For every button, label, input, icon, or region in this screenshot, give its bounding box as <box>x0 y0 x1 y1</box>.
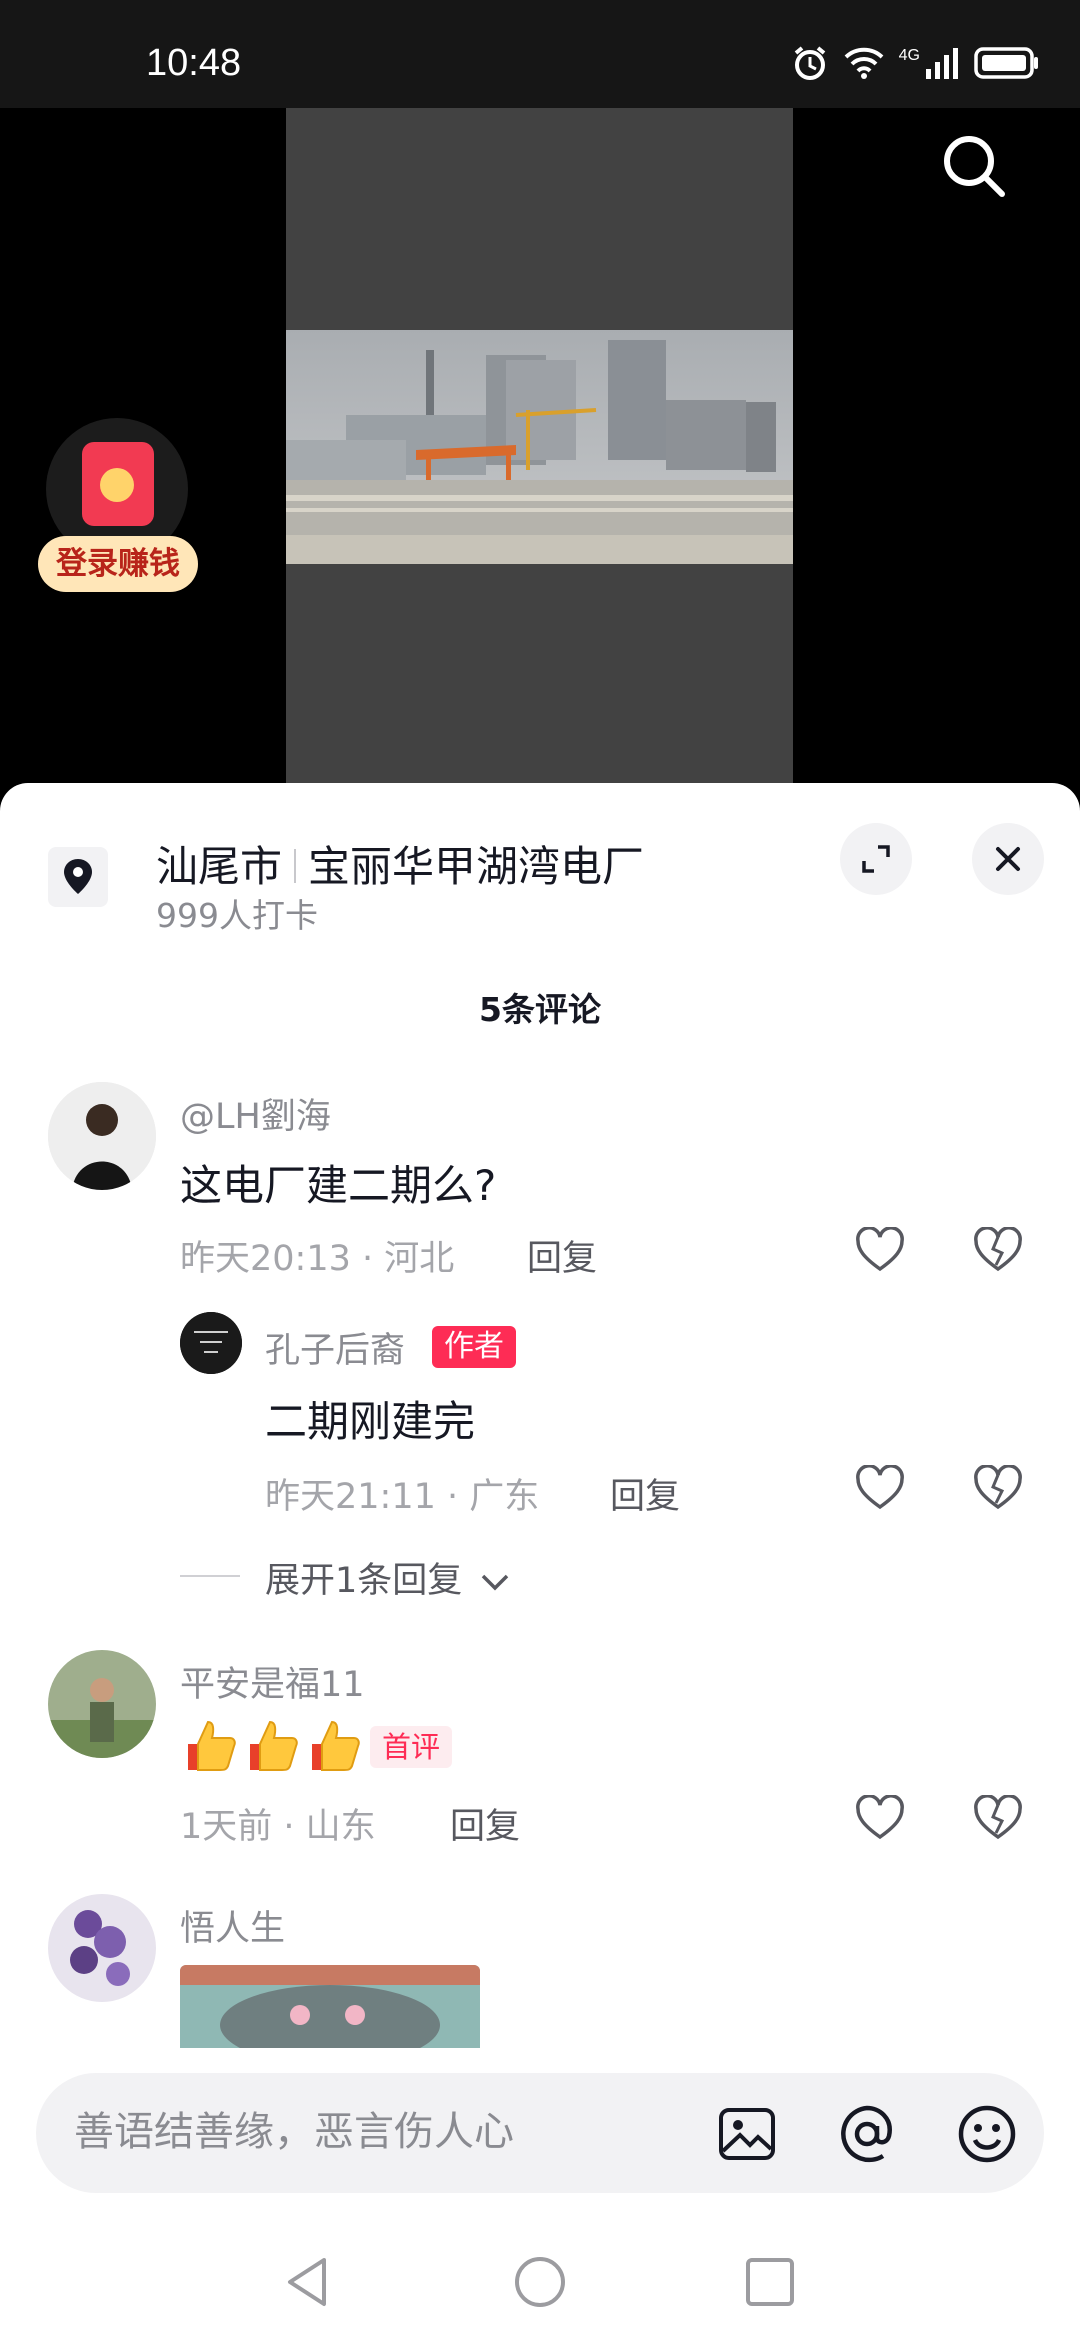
image-icon <box>719 2108 775 2160</box>
network-type: 4G <box>898 47 920 64</box>
location-city: 汕尾市 <box>156 842 283 891</box>
signal-icon <box>926 48 958 79</box>
reply-avatar[interactable] <box>180 1312 242 1374</box>
reply-username[interactable]: 孔子后裔 <box>265 1322 405 1373</box>
at-icon <box>841 2105 892 2163</box>
reply-button[interactable]: 回复 <box>450 1798 520 1849</box>
dislike-button[interactable] <box>968 1788 1028 1848</box>
emoji-icon <box>958 2105 1016 2163</box>
coin-icon <box>100 468 134 502</box>
battery-icon <box>974 47 1038 79</box>
search-button[interactable] <box>934 126 1014 206</box>
comment-text: 这电厂建二期么? <box>180 1161 497 1210</box>
dislike-button[interactable] <box>968 1458 1028 1518</box>
comment-region: 河北 <box>384 1239 455 1279</box>
close-button[interactable] <box>972 823 1044 895</box>
title-divider <box>294 849 297 883</box>
alarm-icon <box>794 46 825 80</box>
status-time: 10:48 <box>146 42 242 84</box>
broken-heart-icon <box>974 1795 1022 1840</box>
reply-region: 广东 <box>469 1477 540 1517</box>
mention-button[interactable] <box>836 2103 898 2165</box>
expand-replies-button[interactable]: 展开1条回复 <box>265 1552 511 1603</box>
comment-username[interactable]: @LH劉海 <box>180 1088 331 1139</box>
comment-photo <box>180 1965 480 2048</box>
redpacket-label: 登录赚钱 <box>38 536 198 592</box>
location-place: 宝丽华甲湖湾电厂 <box>308 842 645 891</box>
first-comment-badge: 首评 <box>370 1726 453 1768</box>
author-badge: 作者 <box>432 1326 516 1368</box>
heart-icon <box>856 1795 904 1840</box>
comment-time: 1天前 <box>180 1807 273 1847</box>
reply-button[interactable]: 回复 <box>527 1230 597 1281</box>
heart-icon <box>856 1227 904 1272</box>
expand-divider <box>180 1575 240 1577</box>
comment-username[interactable]: 平安是福11 <box>180 1656 365 1707</box>
close-icon <box>996 847 1020 871</box>
expand-icon <box>862 845 890 873</box>
location-title[interactable]: 汕尾市 宝丽华甲湖湾电厂 <box>156 833 644 894</box>
nav-back-button[interactable] <box>280 2254 336 2310</box>
status-bar: 10:48 4G <box>0 0 1080 108</box>
like-button[interactable] <box>850 1220 910 1280</box>
avatar[interactable] <box>48 1650 156 1758</box>
comment-meta: 1天前 · 山东 <box>180 1807 376 1847</box>
checkin-count: 999人打卡 <box>156 896 318 935</box>
reply-meta: 昨天21:11 · 广东 <box>265 1477 540 1517</box>
comment-count: 5条评论 <box>479 990 601 1029</box>
avatar[interactable] <box>48 1894 156 2002</box>
login-earn-redpacket[interactable]: 登录赚钱 <box>38 418 198 598</box>
thumbs-up-emojis <box>180 1716 362 1774</box>
like-button[interactable] <box>850 1458 910 1518</box>
wifi-icon <box>844 47 884 79</box>
reply-time: 昨天21:11 <box>265 1477 436 1517</box>
heart-icon <box>856 1465 904 1510</box>
comment-meta: 昨天20:13 · 河北 <box>180 1239 455 1279</box>
location-pin-icon <box>48 847 108 907</box>
nav-home-button[interactable] <box>512 2254 568 2310</box>
broken-heart-icon <box>974 1227 1022 1272</box>
video-frame[interactable] <box>286 330 793 564</box>
comment-input[interactable] <box>74 2109 674 2155</box>
thumbs-up-icon <box>188 1720 236 1771</box>
power-plant-image <box>286 330 793 564</box>
dislike-button[interactable] <box>968 1220 1028 1280</box>
reply-button[interactable]: 回复 <box>610 1468 680 1519</box>
status-icons: 4G <box>791 44 1040 82</box>
reply-text: 二期刚建完 <box>265 1397 476 1446</box>
chevron-down-icon <box>482 1574 509 1591</box>
comment-image[interactable] <box>180 1965 480 2048</box>
like-button[interactable] <box>850 1788 910 1848</box>
image-button[interactable] <box>716 2103 778 2165</box>
comment-time: 昨天20:13 <box>180 1239 351 1279</box>
home-circle-icon <box>515 2257 565 2307</box>
recents-square-icon <box>746 2258 794 2306</box>
avatar[interactable] <box>48 1082 156 1190</box>
comment-region: 山东 <box>305 1807 376 1847</box>
nav-recents-button[interactable] <box>742 2254 798 2310</box>
search-icon <box>944 136 1005 197</box>
expand-replies-label: 展开1条回复 <box>265 1561 463 1601</box>
emoji-button[interactable] <box>956 2103 1018 2165</box>
broken-heart-icon <box>974 1465 1022 1510</box>
video-area[interactable]: 登录赚钱 <box>0 108 1080 788</box>
comment-input-bar <box>36 2073 1044 2193</box>
comment-username[interactable]: 悟人生 <box>180 1900 285 1951</box>
system-nav-bar <box>0 2210 1080 2340</box>
expand-button[interactable] <box>840 823 912 895</box>
thumbs-up-icon <box>250 1720 298 1771</box>
back-triangle-icon <box>288 2258 326 2306</box>
thumbs-up-icon <box>312 1720 360 1771</box>
